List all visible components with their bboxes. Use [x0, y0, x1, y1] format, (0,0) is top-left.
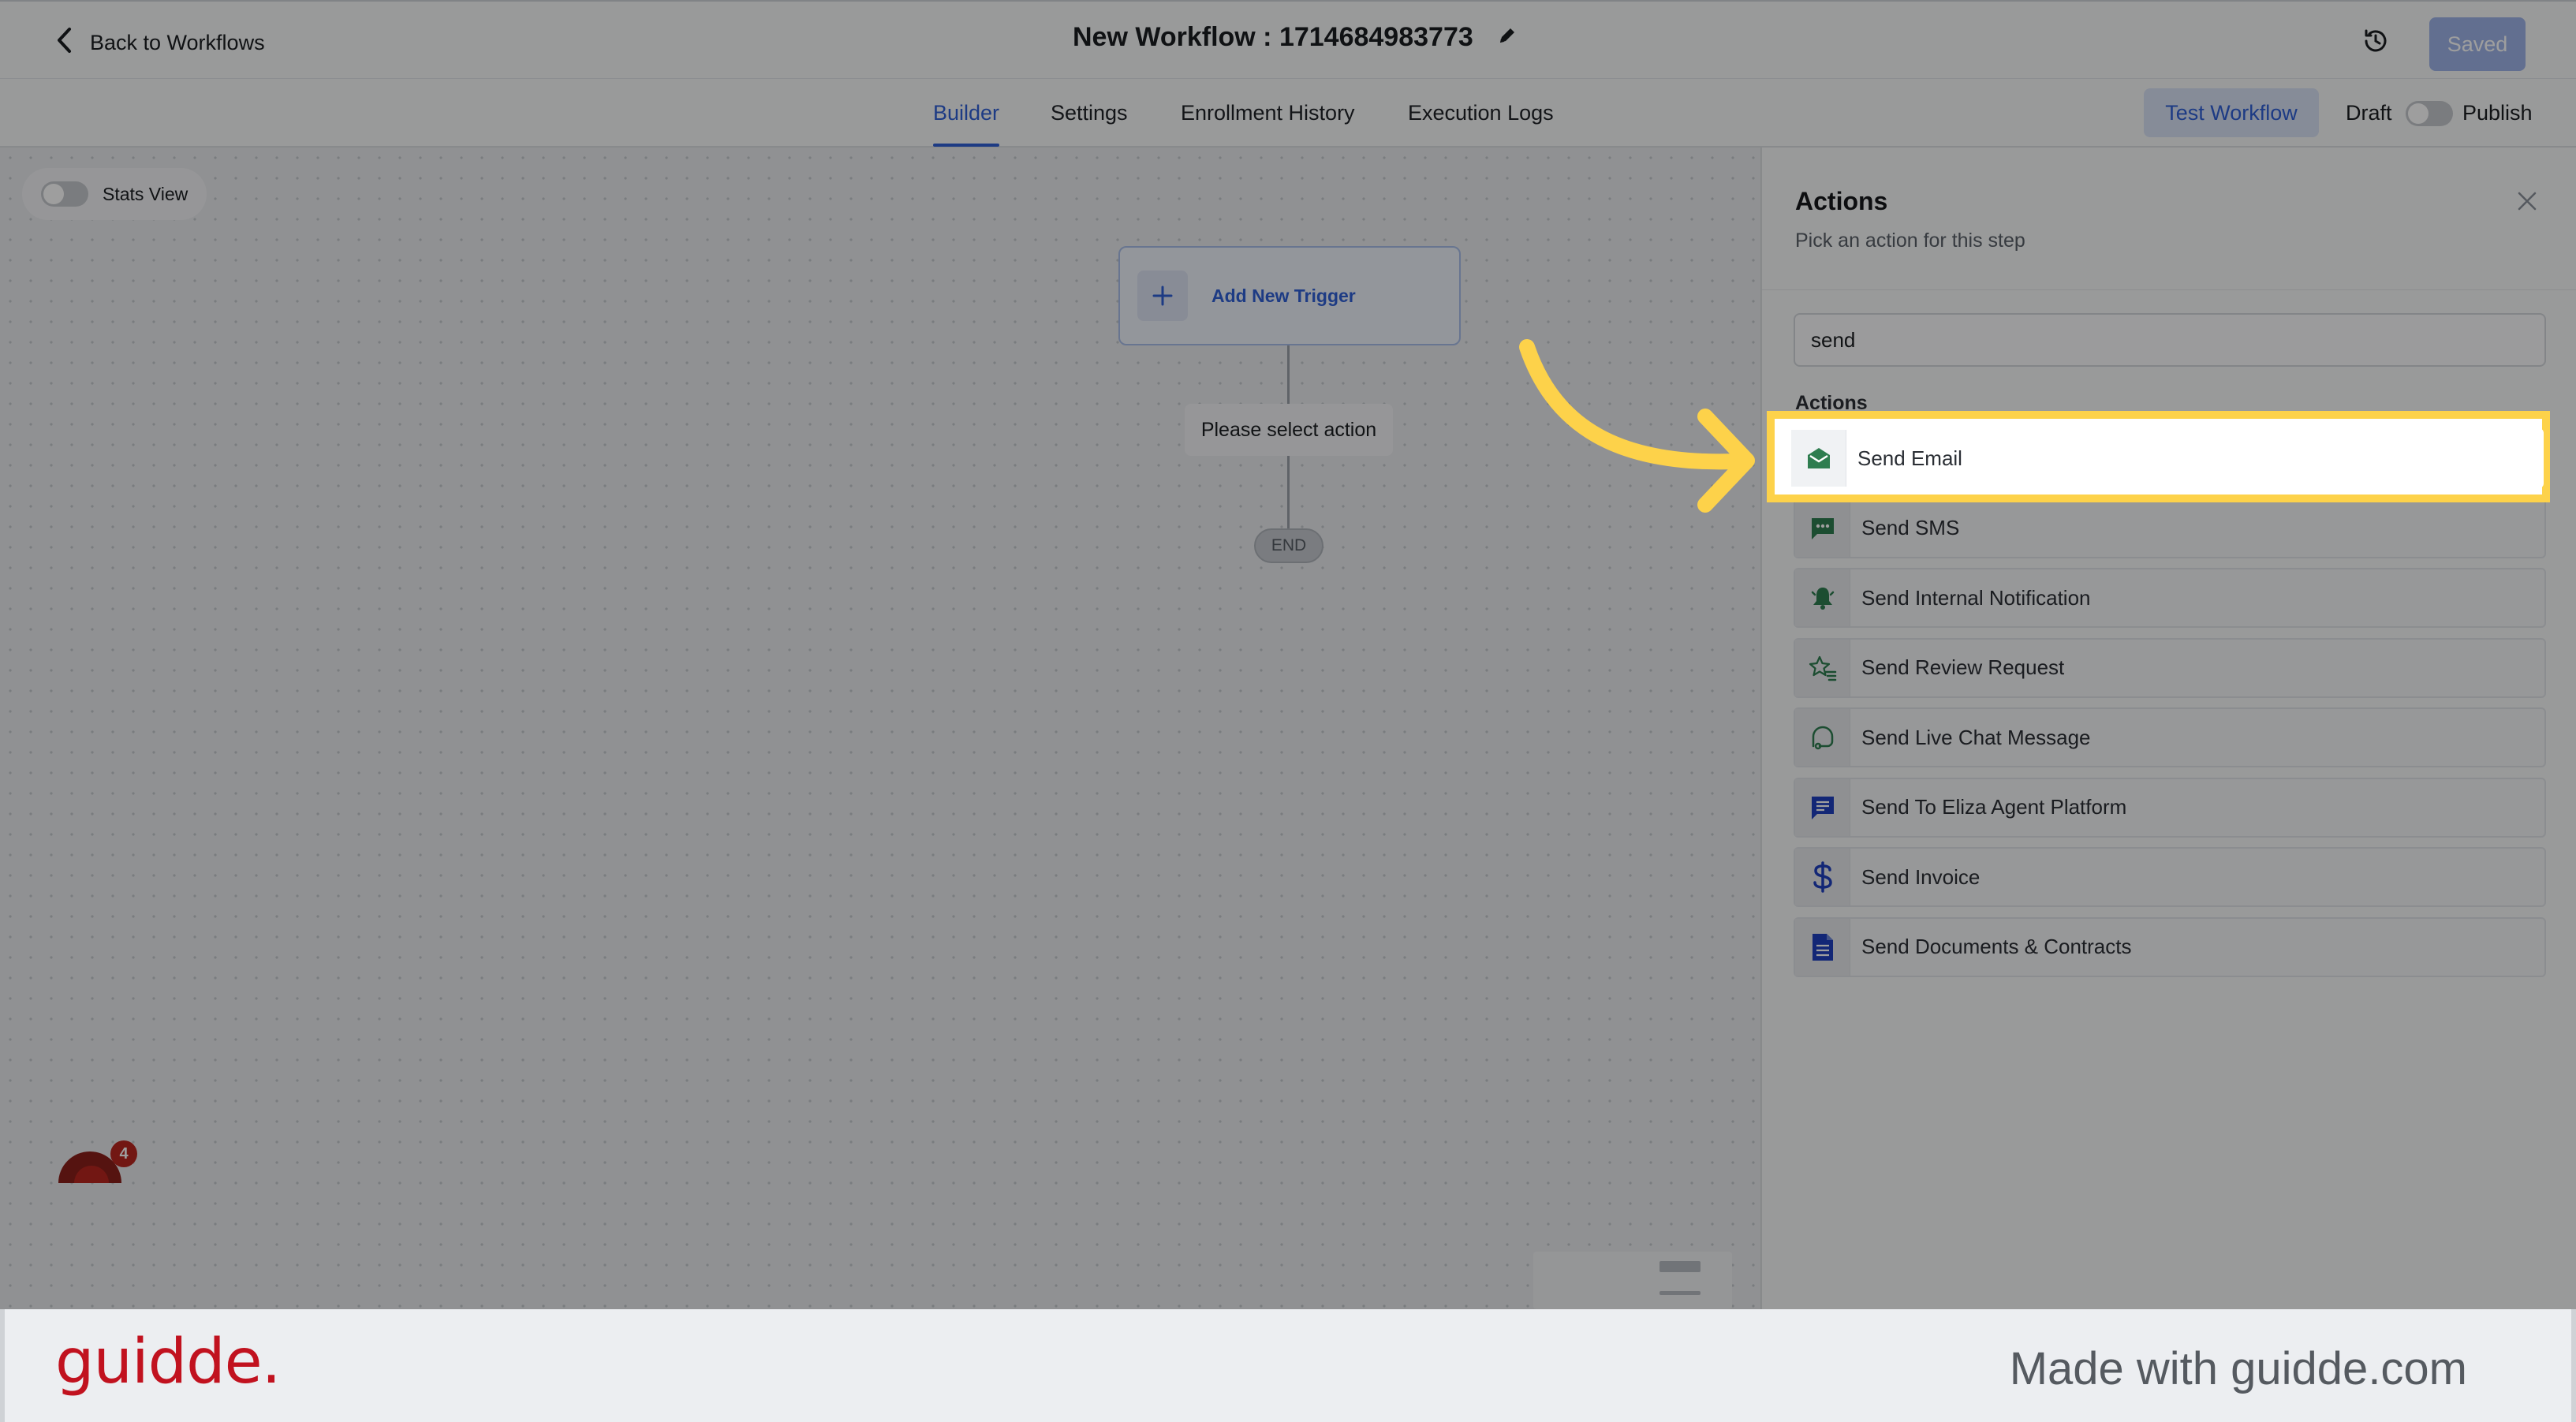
- star-list-icon: [1795, 639, 1850, 696]
- tab-builder[interactable]: Builder: [933, 79, 1000, 147]
- document-icon: [1795, 918, 1850, 976]
- tab-bar: Builder Settings Enrollment History Exec…: [0, 79, 2576, 147]
- action-send-documents-contracts[interactable]: Send Documents & Contracts: [1794, 916, 2546, 977]
- plus-icon: [1137, 271, 1188, 321]
- tab-settings[interactable]: Settings: [1051, 79, 1128, 147]
- action-send-invoice[interactable]: Send Invoice: [1794, 847, 2546, 907]
- connector-line: [1287, 345, 1290, 404]
- add-new-trigger-card[interactable]: Add New Trigger: [1118, 246, 1461, 345]
- message-icon: [1795, 778, 1850, 836]
- panel-subtitle: Pick an action for this step: [1795, 230, 2025, 252]
- action-label: Send Live Chat Message: [1861, 725, 2091, 749]
- guidde-footer: guidde. Made with guidde.com: [0, 1309, 2576, 1422]
- guidde-logo: guidde.: [55, 1327, 281, 1398]
- tab-enrollment-history[interactable]: Enrollment History: [1181, 79, 1355, 147]
- footer-edge: [0, 1309, 5, 1422]
- highlighted-send-email-action[interactable]: Send Email: [1791, 428, 2544, 488]
- action-label: Send Review Request: [1861, 655, 2065, 679]
- end-node: END: [1254, 528, 1323, 563]
- minimap-node: [1659, 1291, 1701, 1295]
- made-with-text: Made with guidde.com: [2009, 1343, 2467, 1394]
- tab-execution-logs[interactable]: Execution Logs: [1408, 79, 1554, 147]
- history-button[interactable]: [2358, 25, 2393, 60]
- panel-divider: [1762, 289, 2576, 290]
- chat-bubble-icon: [1795, 499, 1850, 557]
- publish-toggle[interactable]: [2406, 101, 2453, 126]
- add-trigger-label: Add New Trigger: [1211, 285, 1356, 306]
- action-send-internal-notification[interactable]: Send Internal Notification: [1794, 568, 2546, 628]
- live-chat-icon: [1795, 709, 1850, 766]
- workflow-canvas[interactable]: Stats View Add New Trigger Please select…: [0, 147, 1760, 1309]
- minimap-node: [1659, 1261, 1701, 1272]
- close-icon: [2516, 190, 2538, 216]
- connector-line: [1287, 456, 1290, 528]
- stats-view-label: Stats View: [103, 183, 189, 204]
- action-send-live-chat-message[interactable]: Send Live Chat Message: [1794, 707, 2546, 767]
- bell-icon: [1795, 569, 1850, 626]
- action-send-review-request[interactable]: Send Review Request: [1794, 637, 2546, 698]
- stats-view-toggle[interactable]: Stats View: [22, 168, 207, 220]
- clock-history-icon: [2361, 27, 2390, 59]
- action-label: Send Invoice: [1861, 864, 1981, 889]
- email-open-icon: [1791, 430, 1846, 487]
- action-label: Send Email: [1857, 446, 1962, 470]
- back-to-workflows-link[interactable]: Back to Workflows: [55, 25, 265, 60]
- actions-panel: Actions Pick an action for this step Act…: [1761, 147, 2576, 1309]
- action-label: Send Internal Notification: [1861, 585, 2091, 610]
- close-panel-button[interactable]: [2511, 187, 2543, 218]
- test-workflow-button[interactable]: Test Workflow: [2144, 88, 2319, 137]
- action-label: Send To Eliza Agent Platform: [1861, 795, 2127, 819]
- publish-label: Publish: [2462, 101, 2533, 125]
- chevron-left-icon: [55, 27, 73, 59]
- saved-button[interactable]: Saved: [2429, 17, 2526, 71]
- minimap[interactable]: [1533, 1252, 1732, 1309]
- top-header: Back to Workflows New Workflow : 1714684…: [0, 0, 2576, 79]
- pencil-icon[interactable]: [1497, 25, 1518, 50]
- draft-label: Draft: [2346, 101, 2392, 125]
- select-action-placeholder[interactable]: Please select action: [1185, 404, 1393, 456]
- action-label: Send SMS: [1861, 516, 1960, 539]
- footer-edge: [2571, 1309, 2576, 1422]
- action-search-input[interactable]: [1794, 313, 2546, 367]
- action-list: Send Email Send SMS Send Internal Notifi…: [1794, 428, 2546, 987]
- action-send-to-eliza-agent-platform[interactable]: Send To Eliza Agent Platform: [1794, 777, 2546, 838]
- panel-title: Actions: [1795, 187, 1888, 215]
- pointer-arrow-icon: [1519, 339, 1755, 513]
- action-label: Send Documents & Contracts: [1861, 935, 2132, 958]
- stats-toggle-switch[interactable]: [41, 181, 88, 207]
- workflow-title: New Workflow : 1714684983773: [1073, 22, 1473, 52]
- dollar-icon: [1795, 849, 1850, 905]
- notification-badge: 4: [110, 1140, 137, 1167]
- back-link-label: Back to Workflows: [90, 30, 265, 54]
- workflow-title-group: New Workflow : 1714684983773: [1073, 22, 1518, 53]
- action-send-sms[interactable]: Send SMS: [1794, 498, 2546, 558]
